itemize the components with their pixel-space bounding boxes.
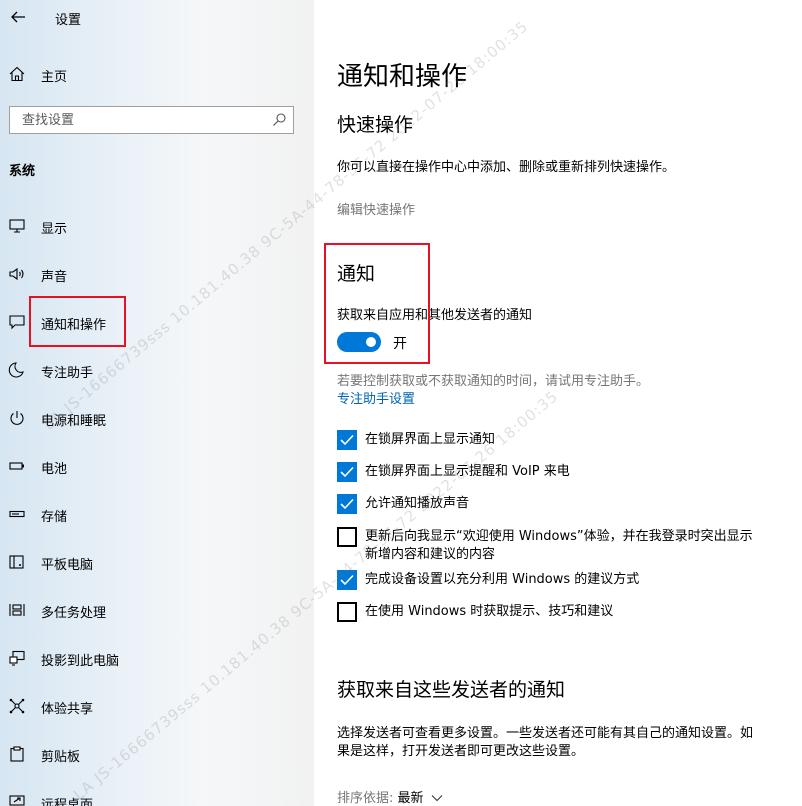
sidebar: 设置 主页 系统 显示 声音 通知和操作 <box>0 0 314 806</box>
sidebar-item-remote-desktop[interactable]: 远程桌面 <box>0 784 314 806</box>
remote-desktop-icon <box>9 795 25 806</box>
checkbox-label: 在使用 Windows 时获取提示、技巧和建议 <box>365 604 614 619</box>
sidebar-item-shared-experiences[interactable]: 体验共享 <box>0 688 314 724</box>
notification-icon <box>9 315 25 330</box>
monitor-icon <box>9 219 25 233</box>
selection-highlight-box <box>29 296 126 347</box>
storage-icon <box>9 510 25 518</box>
checkmark-icon <box>340 574 354 586</box>
checkbox-lockscreen-reminders[interactable] <box>337 462 357 482</box>
section-label-system: 系统 <box>9 164 36 179</box>
checkbox-label: 允许通知播放声音 <box>365 496 470 511</box>
checkbox-label: 在锁屏界面上显示提醒和 VoIP 来电 <box>365 464 570 479</box>
checkmark-icon <box>340 498 354 510</box>
main-content: 通知和操作 快速操作 你可以直接在操作中心中添加、删除或重新排列快速操作。 编辑… <box>314 0 802 806</box>
checkbox-welcome-experience[interactable] <box>337 527 357 547</box>
home-icon <box>9 66 25 82</box>
tablet-icon <box>9 555 24 569</box>
speaker-icon <box>9 267 24 281</box>
sidebar-item-battery[interactable]: 电池 <box>0 448 314 484</box>
back-button[interactable] <box>6 5 30 29</box>
home-label: 主页 <box>41 70 68 85</box>
sidebar-item-storage[interactable]: 存储 <box>0 496 314 532</box>
checkbox-label-line2: 新增内容和建议的内容 <box>365 547 496 562</box>
sidebar-item-multitasking[interactable]: 多任务处理 <box>0 592 314 628</box>
sidebar-item-label: 投影到此电脑 <box>41 654 120 669</box>
sidebar-item-home[interactable]: 主页 <box>0 58 314 90</box>
sidebar-item-tablet[interactable]: 平板电脑 <box>0 544 314 580</box>
power-icon <box>10 411 24 425</box>
sidebar-item-project[interactable]: 投影到此电脑 <box>0 640 314 676</box>
quick-actions-description: 你可以直接在操作中心中添加、删除或重新排列快速操作。 <box>337 160 676 175</box>
sort-by-value: 最新 <box>397 791 424 806</box>
focus-assist-settings-link[interactable]: 专注助手设置 <box>337 388 415 407</box>
page-title: 通知和操作 <box>337 62 468 92</box>
share-icon <box>9 698 25 714</box>
focus-assist-hint: 若要控制获取或不获取通知的时间，请试用专注助手。 <box>337 374 650 389</box>
sidebar-item-sound[interactable]: 声音 <box>0 256 314 292</box>
sidebar-item-label: 显示 <box>41 222 68 237</box>
moon-icon <box>8 362 24 378</box>
sidebar-item-focus-assist[interactable]: 专注助手 <box>0 352 314 388</box>
checkmark-icon <box>340 434 354 446</box>
sidebar-item-label: 体验共享 <box>41 702 94 717</box>
sidebar-item-display[interactable]: 显示 <box>0 208 314 244</box>
checkbox-label: 在锁屏界面上显示通知 <box>365 432 496 447</box>
multitask-icon <box>9 604 25 616</box>
battery-icon <box>9 462 24 470</box>
back-arrow-icon <box>11 11 25 23</box>
sidebar-item-power[interactable]: 电源和睡眠 <box>0 400 314 436</box>
project-icon <box>9 650 25 666</box>
search-box[interactable] <box>9 106 294 134</box>
senders-description-line1: 选择发送者可查看更多设置。一些发送者还可能有其自己的通知设置。如 <box>337 726 754 741</box>
edit-quick-actions-link[interactable]: 编辑快速操作 <box>337 199 415 218</box>
sidebar-item-label: 专注助手 <box>41 366 94 381</box>
checkbox-lockscreen-notifications[interactable] <box>337 430 357 450</box>
checkbox-label: 完成设备设置以充分利用 Windows 的建议方式 <box>365 572 640 587</box>
senders-description-line2: 果是这样，打开发送者即可更改这些设置。 <box>337 744 585 759</box>
search-input[interactable] <box>10 107 260 133</box>
checkmark-icon <box>340 466 354 478</box>
notifications-highlight-box <box>324 243 430 364</box>
sidebar-item-label: 平板电脑 <box>41 558 94 573</box>
sidebar-item-clipboard[interactable]: 剪贴板 <box>0 736 314 772</box>
sidebar-item-label: 剪贴板 <box>41 750 81 765</box>
checkbox-label: 更新后向我显示“欢迎使用 Windows”体验，并在我登录时突出显示 <box>365 529 753 544</box>
sidebar-item-label: 存储 <box>41 510 68 525</box>
checkbox-tips-tricks[interactable] <box>337 602 357 622</box>
search-icon <box>273 113 286 126</box>
quick-actions-heading: 快速操作 <box>337 114 414 136</box>
sidebar-item-label: 远程桌面 <box>41 798 94 806</box>
sidebar-item-label: 声音 <box>41 270 68 285</box>
sort-by-label: 排序依据: <box>337 791 394 806</box>
senders-heading: 获取来自这些发送者的通知 <box>337 679 566 701</box>
checkbox-device-setup[interactable] <box>337 570 357 590</box>
sidebar-item-label: 多任务处理 <box>41 606 107 621</box>
sidebar-item-label: 电池 <box>41 462 68 477</box>
clipboard-icon <box>10 746 24 762</box>
sort-by-dropdown[interactable]: 排序依据: 最新 <box>337 787 443 806</box>
sidebar-item-label: 电源和睡眠 <box>41 414 107 429</box>
title-bar: 设置 <box>0 0 314 36</box>
app-title: 设置 <box>55 13 82 28</box>
chevron-down-icon <box>431 795 443 802</box>
checkbox-notification-sounds[interactable] <box>337 494 357 514</box>
